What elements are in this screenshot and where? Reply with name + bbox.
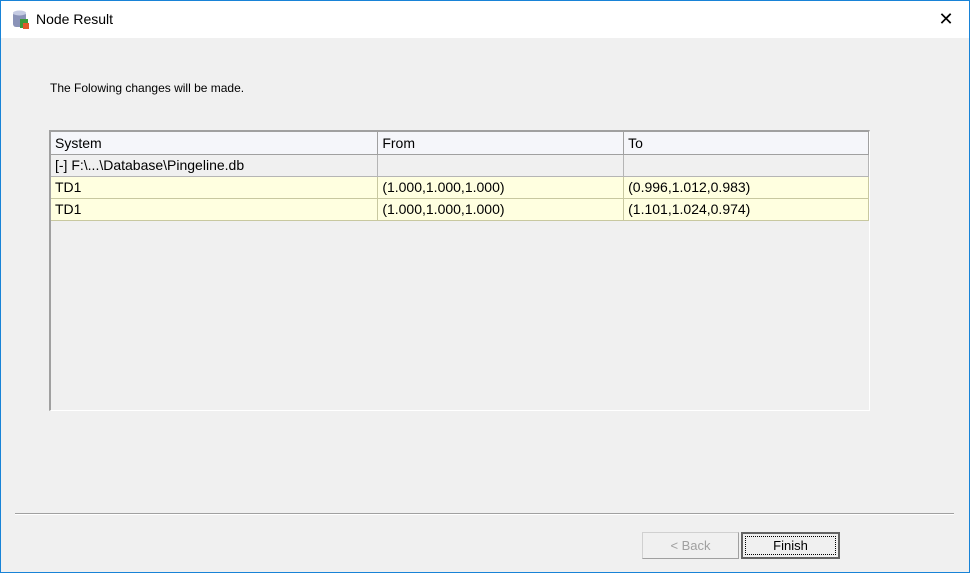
header-row: System From To — [51, 132, 869, 155]
database-icon — [13, 10, 29, 29]
back-button[interactable]: < Back — [642, 532, 739, 559]
instruction-text: The Folowing changes will be made. — [50, 81, 245, 95]
close-button[interactable]: ✕ — [931, 5, 961, 35]
column-header-from[interactable]: From — [377, 132, 625, 155]
from-cell: (1.000,1.000,1.000) — [377, 198, 625, 221]
group-label[interactable]: [-] F:\...\Database\Pingeline.db — [51, 154, 379, 177]
table-row[interactable]: TD1 (1.000,1.000,1.000) (1.101,1.024,0.9… — [51, 198, 869, 221]
empty-cell — [377, 154, 625, 177]
to-cell: (0.996,1.012,0.983) — [623, 176, 869, 199]
column-header-system[interactable]: System — [51, 132, 379, 155]
changes-grid[interactable]: System From To [-] F:\...\Database\Pinge… — [49, 130, 870, 411]
system-cell: TD1 — [51, 176, 379, 199]
from-cell: (1.000,1.000,1.000) — [377, 176, 625, 199]
finish-label: Finish — [745, 536, 836, 555]
title-bar: Node Result ✕ — [1, 1, 969, 38]
table-row[interactable]: TD1 (1.000,1.000,1.000) (0.996,1.012,0.9… — [51, 176, 869, 199]
divider — [15, 513, 954, 515]
window-title: Node Result — [36, 11, 114, 27]
column-header-to[interactable]: To — [623, 132, 869, 155]
system-cell: TD1 — [51, 198, 379, 221]
empty-cell — [623, 154, 869, 177]
to-cell: (1.101,1.024,0.974) — [623, 198, 869, 221]
group-row[interactable]: [-] F:\...\Database\Pingeline.db — [51, 154, 869, 177]
finish-button[interactable]: Finish — [741, 532, 840, 559]
